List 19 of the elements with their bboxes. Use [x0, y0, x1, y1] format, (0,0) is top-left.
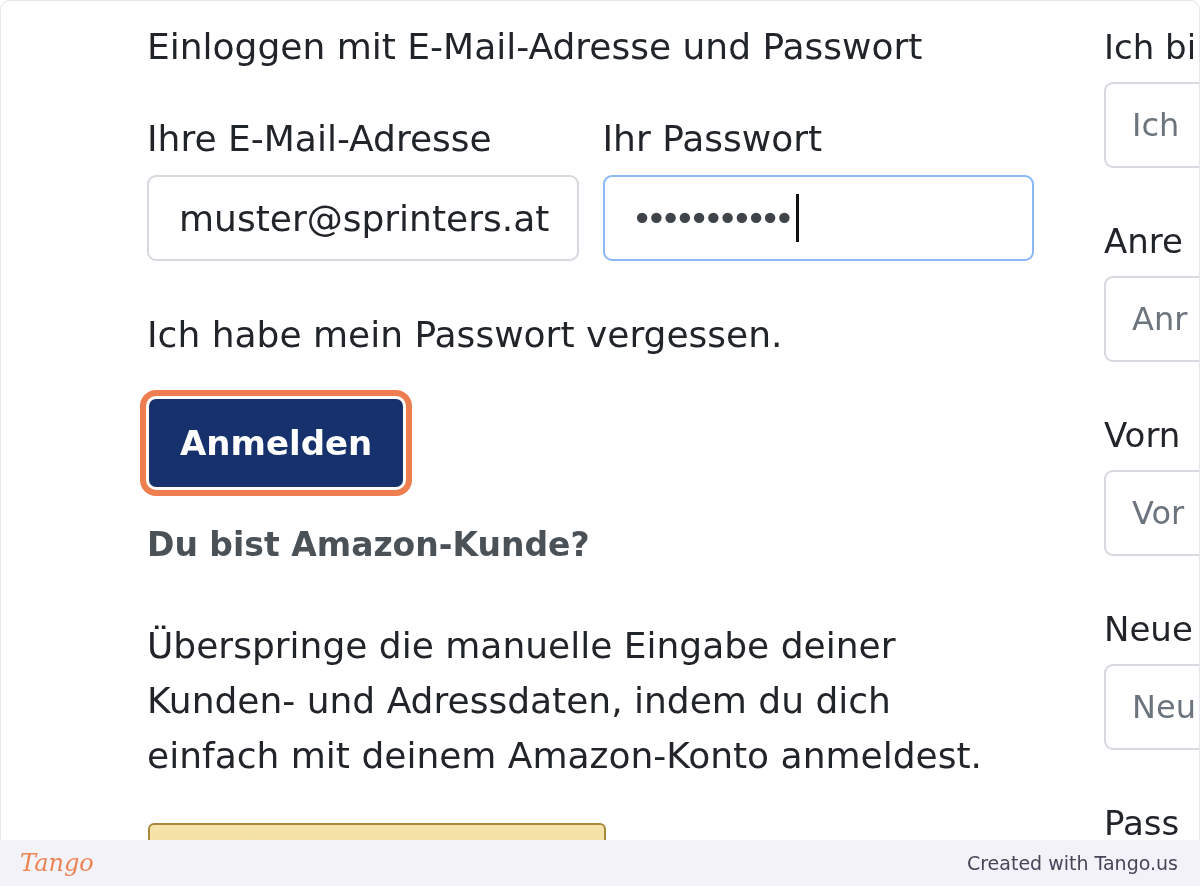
field-label: Neue — [1104, 610, 1194, 648]
input-field[interactable]: Vor — [1104, 470, 1199, 556]
field-label: Anre — [1104, 222, 1184, 260]
email-field[interactable]: muster@sprinters.at — [147, 175, 579, 261]
form-heading: Einloggen mit E-Mail-Adresse und Passwort — [147, 26, 923, 68]
field-label: Ich bi — [1104, 28, 1198, 66]
password-field[interactable]: ••••••••••• — [602, 175, 1034, 261]
field-label: Ihre E-Mail-Adresse — [147, 118, 492, 160]
section-heading: Du bist Amazon-Kunde? — [147, 525, 590, 565]
field-label: Ihr Passwort — [602, 118, 823, 160]
text-cursor-icon — [796, 194, 800, 242]
input-field[interactable]: Neu — [1104, 664, 1199, 750]
input-field[interactable]: Ich — [1104, 82, 1199, 168]
credit-text: Created with Tango.us — [966, 852, 1178, 874]
field-label: Pass — [1104, 804, 1181, 840]
forgot-password-link[interactable]: Ich habe mein Passwort vergessen. — [147, 314, 783, 356]
description-text: Überspringe die manuelle Eingabe deiner Kunden- und Adressdaten, indem du dich einfach mit deinem Amazon-Konto anmeldest. — [147, 624, 983, 778]
field-label: Vorn — [1104, 416, 1182, 454]
input-field[interactable]: Anr — [1104, 276, 1199, 362]
